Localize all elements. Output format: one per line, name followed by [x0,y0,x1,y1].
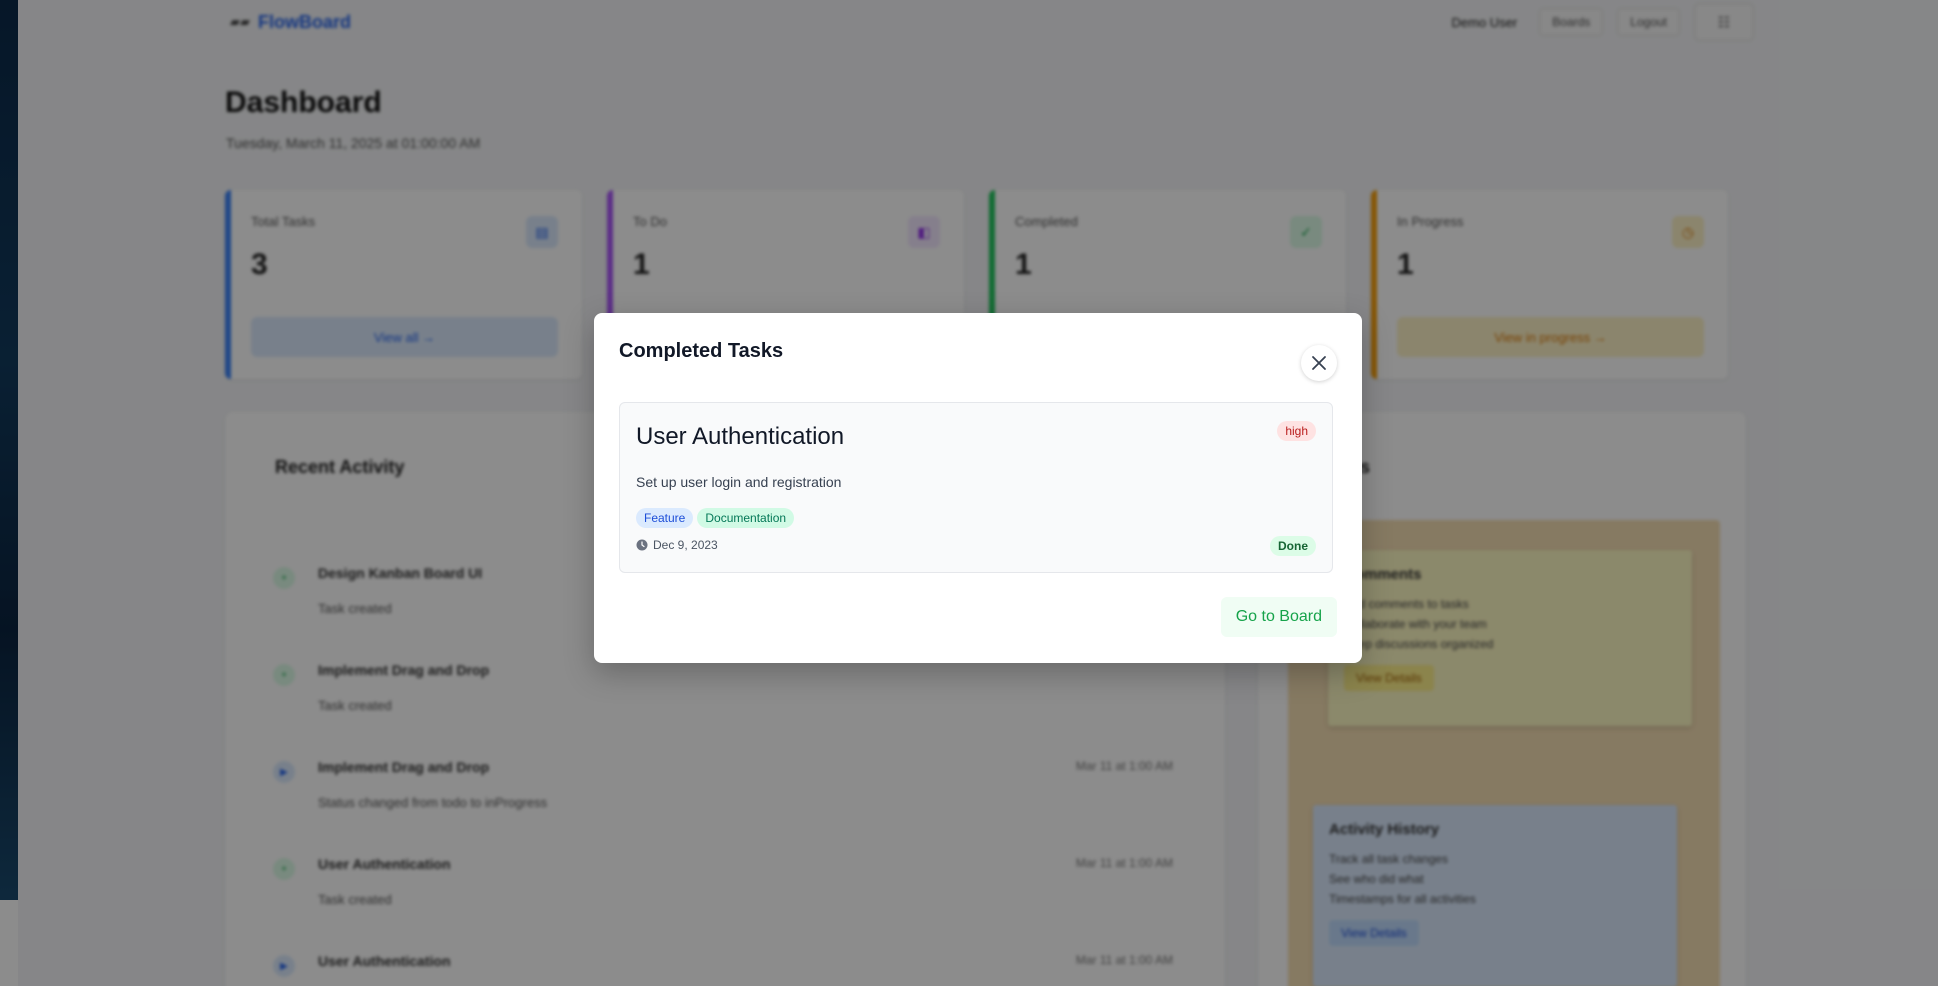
status-badge: Done [1270,536,1316,556]
modal-title: Completed Tasks [619,340,784,362]
priority-badge: high [1277,421,1316,441]
task-date-text: Dec 9, 2023 [653,538,718,552]
tag-documentation: Documentation [697,508,795,528]
task-tags: Feature Documentation [636,508,795,528]
task-description: Set up user login and registration [636,474,842,490]
close-icon[interactable] [1301,345,1337,381]
task-card[interactable]: User Authentication high Set up user log… [619,402,1333,573]
task-title: User Authentication [636,423,845,450]
task-date: Dec 9, 2023 [636,538,718,552]
clock-icon [636,539,648,551]
go-to-board-button[interactable]: Go to Board [1220,597,1337,637]
tag-feature: Feature [636,508,694,528]
completed-tasks-modal: Completed Tasks User Authentication high… [594,313,1362,663]
